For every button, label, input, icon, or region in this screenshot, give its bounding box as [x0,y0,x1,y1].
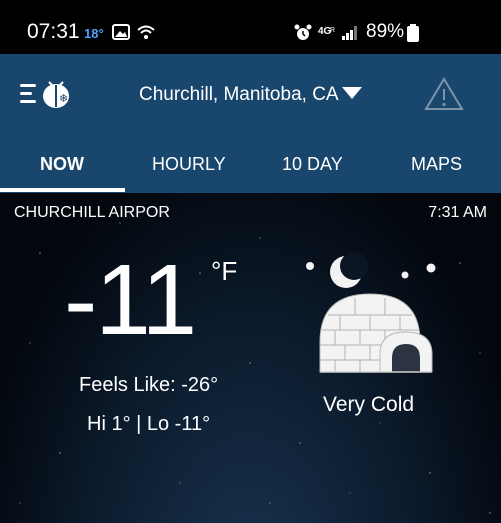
chevron-down-icon[interactable] [342,87,362,99]
battery-icon [407,24,419,42]
feels-like: Feels Like: -26° [79,374,219,396]
current-temperature: -11 [64,244,197,356]
location-selector[interactable]: Churchill, Manitoba, CA [139,84,339,106]
observation-time: 7:31 AM [428,204,487,221]
igloo-moon-icon [306,252,436,373]
alert-icon[interactable] [424,76,464,112]
hi-lo: Hi 1° | Lo -11° [87,413,211,435]
tab-10-day[interactable]: 10 DAY [282,154,343,175]
svg-text:R: R [330,27,335,34]
wifi-icon [137,25,155,39]
active-tab-indicator [0,188,125,192]
svg-text:❄: ❄ [59,92,68,105]
tab-hourly[interactable]: HOURLY [152,154,226,175]
condition-label: Very Cold [323,393,415,416]
status-temp: 18° [84,26,104,41]
tab-maps[interactable]: MAPS [411,154,462,175]
tab-now[interactable]: NOW [40,154,84,175]
status-bar: 07:31 18° 4G R 89% [0,0,501,54]
status-time: 07:31 [27,20,80,43]
temperature-unit: °F [211,256,238,286]
tab-bar: NOW HOURLY 10 DAY MAPS [0,144,501,192]
signal-lte-icon: 4G R [318,26,357,40]
gallery-icon [112,24,130,40]
alarm-icon [294,24,312,40]
battery-percent: 89% [366,21,405,42]
station-name: CHURCHILL AIRPOR [14,204,170,221]
weatherbug-logo: ❄ [43,81,69,108]
